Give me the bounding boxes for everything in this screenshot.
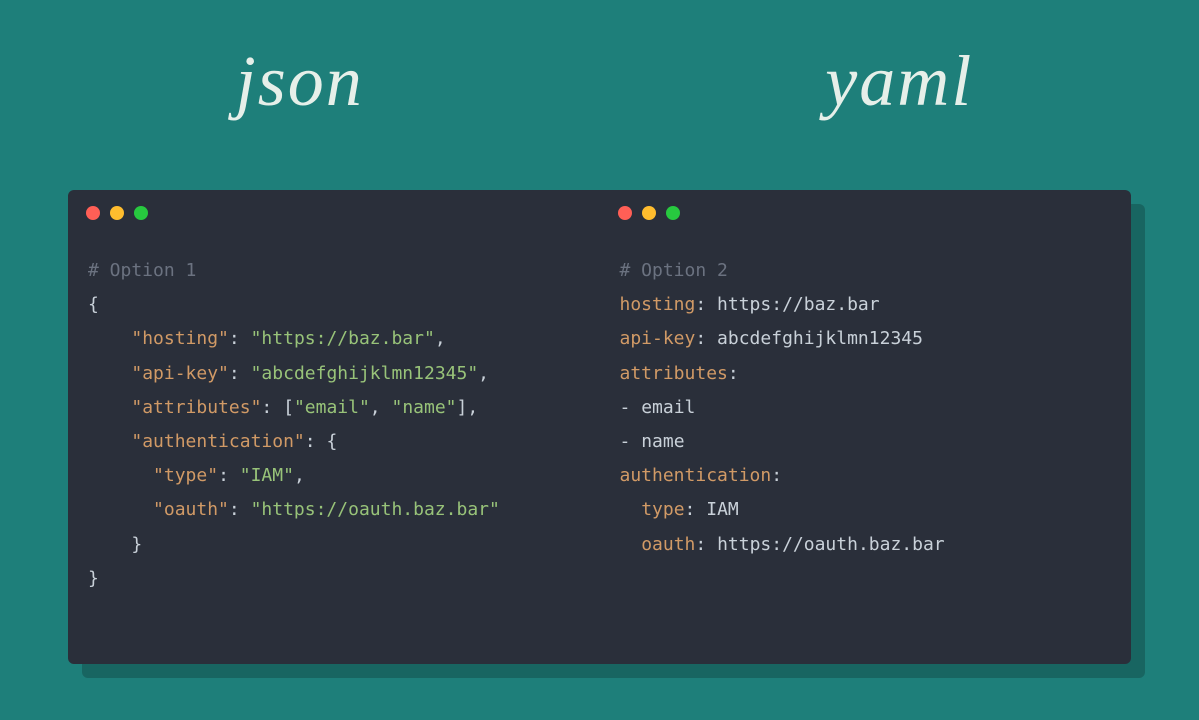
lbracket: [ (283, 397, 294, 418)
indent (88, 431, 131, 452)
indent (620, 534, 642, 555)
yaml-attr-name: name (641, 431, 684, 452)
json-key-auth: "authentication" (131, 431, 304, 452)
comma: , (478, 363, 489, 384)
yaml-val-oauth: https://oauth.baz.bar (717, 534, 945, 555)
json-open-brace: { (88, 294, 99, 315)
json-val-type: "IAM" (240, 465, 294, 486)
json-key-oauth: "oauth" (153, 499, 229, 520)
yaml-key-hosting: hosting (620, 294, 696, 315)
indent (88, 534, 131, 555)
open-brace: { (326, 431, 337, 452)
json-key-hosting: "hosting" (131, 328, 229, 349)
yaml-key-auth: authentication (620, 465, 772, 486)
colon: : (305, 431, 327, 452)
close-icon (618, 206, 632, 220)
colon: : (218, 465, 240, 486)
code-window: # Option 1 { "hosting": "https://baz.bar… (68, 190, 1131, 664)
maximize-icon (666, 206, 680, 220)
yaml-comment: # Option 2 (620, 260, 728, 281)
comma: , (435, 328, 446, 349)
colon: : (229, 499, 251, 520)
json-val-oauth: "https://oauth.baz.bar" (251, 499, 500, 520)
json-val-hosting: "https://baz.bar" (251, 328, 435, 349)
json-attr-name: "name" (391, 397, 456, 418)
dash: - (620, 431, 642, 452)
yaml-key-oauth: oauth (641, 534, 695, 555)
colon: : (771, 465, 782, 486)
close-icon (86, 206, 100, 220)
json-val-apikey: "abcdefghijklmn12345" (251, 363, 479, 384)
yaml-val-type: IAM (706, 499, 739, 520)
json-close-brace: } (88, 568, 99, 589)
yaml-code-pane: # Option 2 hosting: https://baz.bar api-… (600, 238, 1132, 664)
indent (620, 499, 642, 520)
json-comment: # Option 1 (88, 260, 196, 281)
title-json: json (0, 40, 600, 123)
yaml-key-apikey: api-key (620, 328, 696, 349)
minimize-icon (110, 206, 124, 220)
colon: : (685, 499, 707, 520)
yaml-key-attributes: attributes (620, 363, 728, 384)
yaml-val-apikey: abcdefghijklmn12345 (717, 328, 923, 349)
maximize-icon (134, 206, 148, 220)
colon: : (229, 363, 251, 384)
indent (88, 328, 131, 349)
yaml-val-hosting: https://baz.bar (717, 294, 880, 315)
json-key-attributes: "attributes" (131, 397, 261, 418)
titles-row: json yaml (0, 0, 1199, 123)
json-attr-email: "email" (294, 397, 370, 418)
json-code-pane: # Option 1 { "hosting": "https://baz.bar… (68, 238, 600, 664)
json-key-apikey: "api-key" (131, 363, 229, 384)
dash: - (620, 397, 642, 418)
indent (88, 465, 153, 486)
rbracket: ] (457, 397, 468, 418)
colon: : (695, 328, 717, 349)
indent (88, 363, 131, 384)
comma: , (467, 397, 478, 418)
colon: : (695, 534, 717, 555)
title-yaml: yaml (600, 40, 1199, 123)
yaml-key-type: type (641, 499, 684, 520)
close-brace: } (131, 534, 142, 555)
yaml-attr-email: email (641, 397, 695, 418)
indent (88, 499, 153, 520)
colon: : (695, 294, 717, 315)
minimize-icon (642, 206, 656, 220)
indent (88, 397, 131, 418)
colon: : (229, 328, 251, 349)
colon: : (261, 397, 283, 418)
colon: : (728, 363, 739, 384)
json-key-type: "type" (153, 465, 218, 486)
traffic-lights-left (86, 206, 148, 220)
traffic-lights-right (618, 206, 680, 220)
comma: , (294, 465, 305, 486)
comma-sp: , (370, 397, 392, 418)
